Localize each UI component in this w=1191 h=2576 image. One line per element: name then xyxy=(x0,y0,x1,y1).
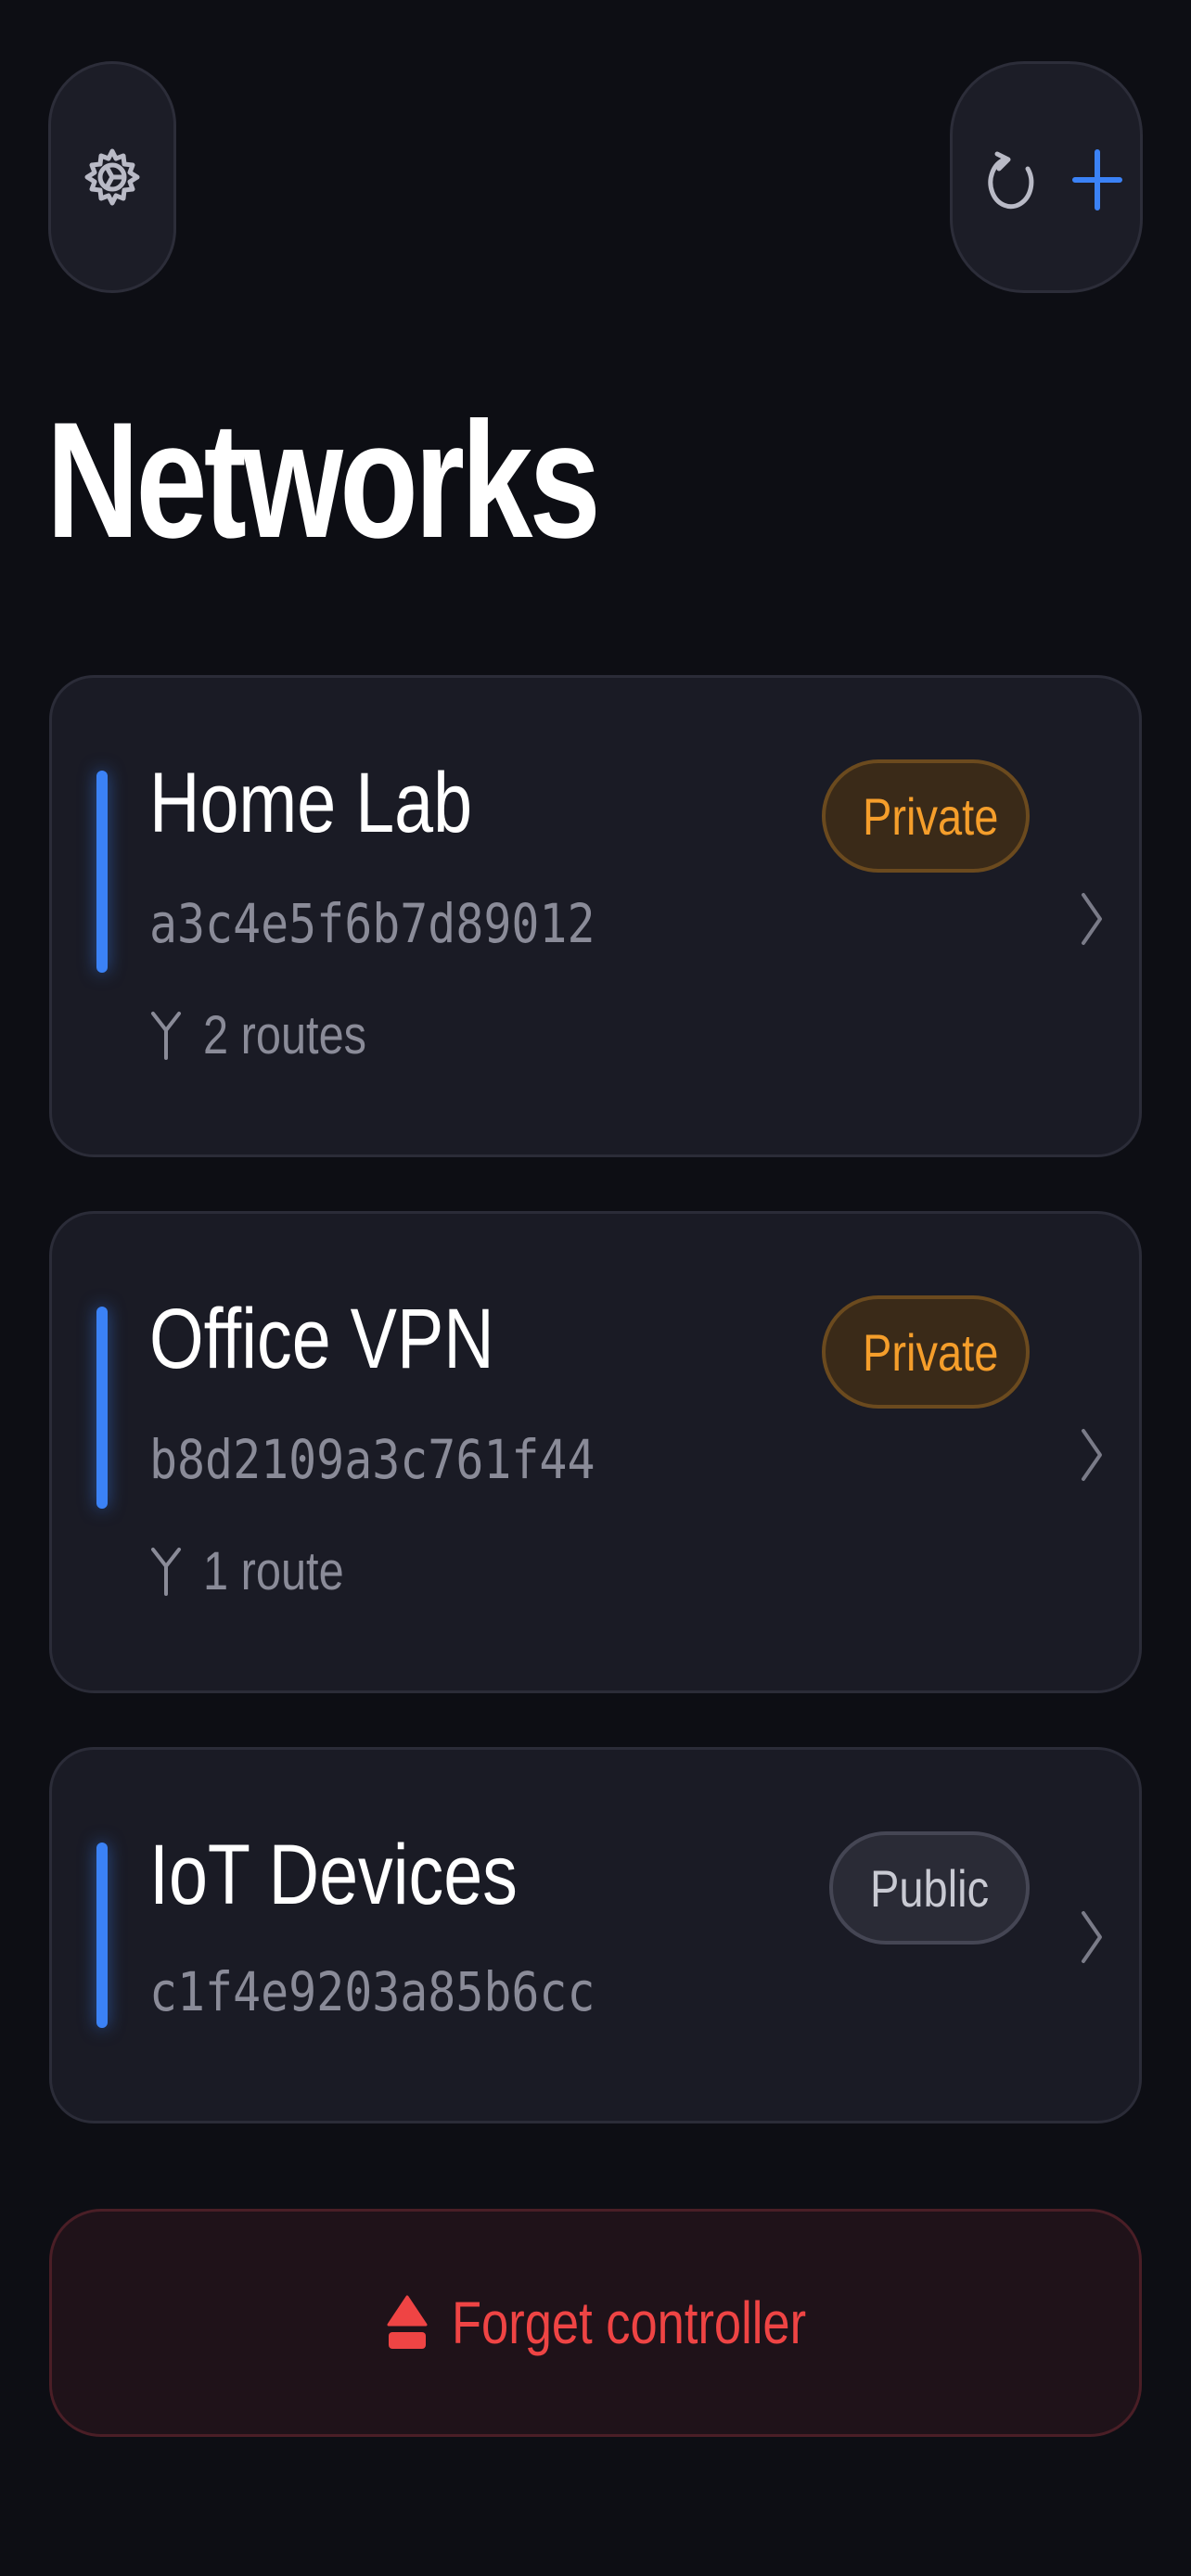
visibility-label: Public xyxy=(870,1858,990,1918)
routes-icon xyxy=(151,1548,181,1596)
routes-count: 1 route xyxy=(203,1540,344,1601)
refresh-icon xyxy=(988,151,1034,210)
visibility-label: Private xyxy=(863,1322,999,1382)
forget-controller-label: Forget controller xyxy=(452,2289,807,2356)
settings-button[interactable] xyxy=(48,61,176,293)
routes-info: 2 routes xyxy=(149,1002,398,1067)
chevron-right-icon xyxy=(1072,1900,1109,1974)
forget-controller-content: Forget controller xyxy=(387,2289,807,2357)
visibility-label: Private xyxy=(863,786,999,846)
add-network-button[interactable] xyxy=(1060,134,1134,226)
accent-bar xyxy=(96,771,108,973)
network-card-home-lab[interactable]: Home Lab Private a3c4e5f6b7d89012 2 rout… xyxy=(49,675,1142,1157)
plus-icon xyxy=(1072,149,1122,210)
networks-screen: Networks Home Lab Private a3c4e5f6b7d890… xyxy=(0,0,1191,2576)
chevron-right-icon xyxy=(1072,882,1109,956)
routes-icon xyxy=(151,1012,181,1060)
chevron-right-icon xyxy=(1072,1418,1109,1492)
gear-icon xyxy=(84,148,140,206)
visibility-badge: Public xyxy=(829,1831,1030,1945)
refresh-button[interactable] xyxy=(967,134,1060,226)
forget-controller-button[interactable]: Forget controller xyxy=(49,2209,1142,2437)
network-id: c1f4e9203a85b6cc xyxy=(149,1960,596,2023)
network-card-office-vpn[interactable]: Office VPN Private b8d2109a3c761f44 1 ro… xyxy=(49,1211,1142,1693)
page-title: Networks xyxy=(46,388,601,572)
actions-pill xyxy=(950,61,1143,293)
routes-count: 2 routes xyxy=(203,1004,367,1065)
network-name: IoT Devices xyxy=(149,1828,518,1922)
accent-bar xyxy=(96,1307,108,1509)
network-name: Office VPN xyxy=(149,1292,494,1386)
accent-bar xyxy=(96,1843,108,2028)
network-id: b8d2109a3c761f44 xyxy=(149,1428,596,1491)
eject-icon xyxy=(387,2295,428,2349)
routes-info: 1 route xyxy=(149,1538,371,1603)
network-id: a3c4e5f6b7d89012 xyxy=(149,892,596,955)
visibility-badge: Private xyxy=(822,759,1030,873)
visibility-badge: Private xyxy=(822,1295,1030,1409)
network-card-iot-devices[interactable]: IoT Devices Public c1f4e9203a85b6cc xyxy=(49,1747,1142,2123)
network-name: Home Lab xyxy=(149,756,473,850)
